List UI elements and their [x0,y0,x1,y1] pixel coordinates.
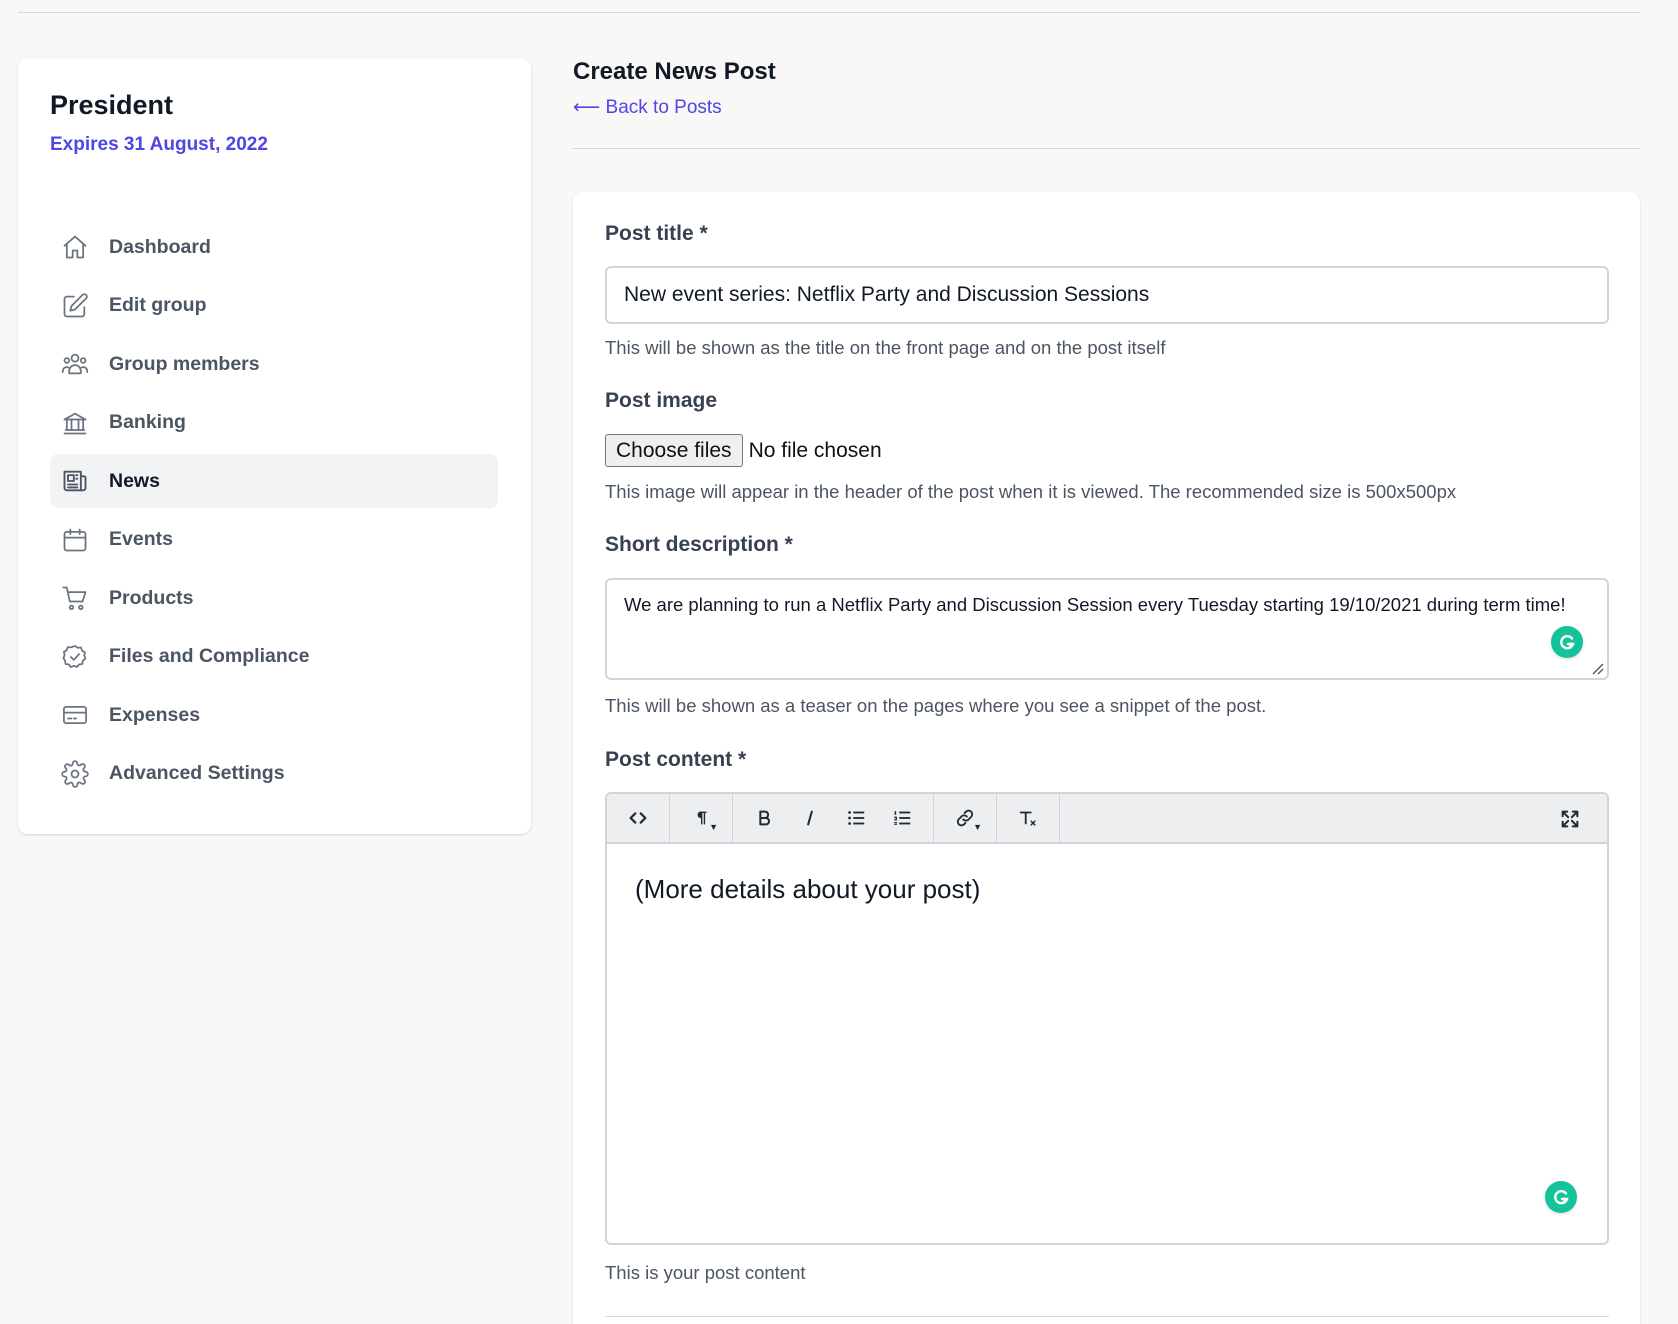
gear-icon [60,759,90,789]
paragraph-format-button[interactable]: ▼ [678,798,724,838]
role-title: President [50,90,174,120]
short-description-help: This will be shown as a teaser on the pa… [605,695,1267,716]
page-title: Create News Post [573,58,776,85]
users-icon [60,349,90,379]
post-form-card: Post title * New event series: Netflix P… [573,192,1640,1324]
numbered-list-icon [894,811,911,825]
choose-files-button[interactable]: Choose files [605,434,743,467]
bulleted-list-icon [848,811,865,825]
sidebar-item-label: News [109,469,160,492]
grammarly-icon[interactable] [1545,1181,1577,1213]
sidebar-item-products[interactable]: Products [50,571,498,625]
sidebar-item-label: Group members [109,352,260,375]
sidebar-item-expenses[interactable]: Expenses [50,688,498,742]
editor-toolbar: ▼ ▼ [607,794,1607,844]
toolbar-group-source [607,794,670,843]
post-content-label: Post content * [605,748,747,771]
toolbar-group-format [733,794,934,843]
post-image-label: Post image [605,389,718,412]
sidebar-item-label: Products [109,586,194,609]
cart-icon [60,583,90,613]
editor-content-area[interactable]: (More details about your post) [607,844,1607,935]
short-description-text: We are planning to run a Netflix Party a… [624,594,1566,615]
top-divider [18,12,1640,13]
sidebar-item-group-members[interactable]: Group members [50,337,498,391]
post-content-editor: ▼ ▼ (More details about your post) [605,792,1609,1245]
sidebar-item-label: Events [109,528,173,550]
post-content-help: This is your post content [605,1262,806,1283]
sidebar-item-label: Advanced Settings [109,762,285,784]
credit-card-icon [60,700,90,730]
sidebar-item-label: Banking [109,411,186,433]
sidebar-item-news[interactable]: News [50,454,498,508]
italic-icon [807,810,813,826]
caret-down-icon: ▼ [973,822,982,832]
sidebar-item-label: Dashboard [109,235,211,258]
post-image-help: This image will appear in the header of … [605,481,1457,502]
bulleted-list-button[interactable] [833,798,879,838]
insert-link-button[interactable]: ▼ [942,798,988,838]
sidebar-nav: Dashboard Edit group Group members Banki… [50,220,498,805]
sidebar-item-advanced-settings[interactable]: Advanced Settings [50,747,498,801]
editor-placeholder-text: (More details about your post) [635,874,981,904]
sidebar-item-label: Expenses [109,703,201,726]
resize-handle-icon[interactable] [1589,660,1605,676]
code-view-button[interactable] [615,798,661,838]
grammarly-icon[interactable] [1551,626,1583,658]
sidebar-item-banking[interactable]: Banking [50,396,498,450]
bank-icon [60,408,90,438]
clear-formatting-icon [1019,811,1036,826]
toolbar-group-link: ▼ [934,794,997,843]
role-expiry: Expires 31 August, 2022 [50,134,268,155]
post-title-label: Post title * [605,222,708,245]
post-title-help: This will be shown as the title on the f… [605,337,1166,358]
code-icon [629,812,647,824]
numbered-list-button[interactable] [879,798,925,838]
sidebar-item-files-and-compliance[interactable]: Files and Compliance [50,630,498,684]
home-icon [60,232,90,262]
back-to-posts-link[interactable]: ⟵ Back to Posts [573,96,722,119]
toolbar-group-paragraph: ▼ [670,794,733,843]
newspaper-icon [60,466,90,496]
file-status: No file chosen [748,438,882,462]
clear-formatting-button[interactable] [1005,798,1051,838]
header-divider [573,148,1640,149]
fullscreen-button[interactable] [1547,799,1593,839]
caret-down-icon: ▼ [709,822,718,832]
sidebar-item-label: Edit group [109,294,207,316]
short-description-label: Short description * [605,533,793,556]
edit-icon [60,291,90,321]
post-title-input[interactable]: New event series: Netflix Party and Disc… [605,266,1609,324]
form-divider [605,1316,1609,1317]
post-image-file-input: Choose files No file chosen [605,434,882,467]
sidebar-item-events[interactable]: Events [50,513,498,567]
short-description-textarea[interactable]: We are planning to run a Netflix Party a… [605,578,1609,680]
sidebar: President Expires 31 August, 2022 Dashbo… [18,58,531,834]
fullscreen-icon [1561,810,1579,828]
italic-button[interactable] [787,798,833,838]
bold-button[interactable] [741,798,787,838]
badge-check-icon [60,642,90,672]
sidebar-item-label: Files and Compliance [109,645,310,667]
sidebar-item-dashboard[interactable]: Dashboard [50,220,498,274]
bold-icon [759,810,770,826]
toolbar-group-clear [997,794,1060,843]
calendar-icon [60,525,90,555]
sidebar-item-edit-group[interactable]: Edit group [50,279,498,333]
